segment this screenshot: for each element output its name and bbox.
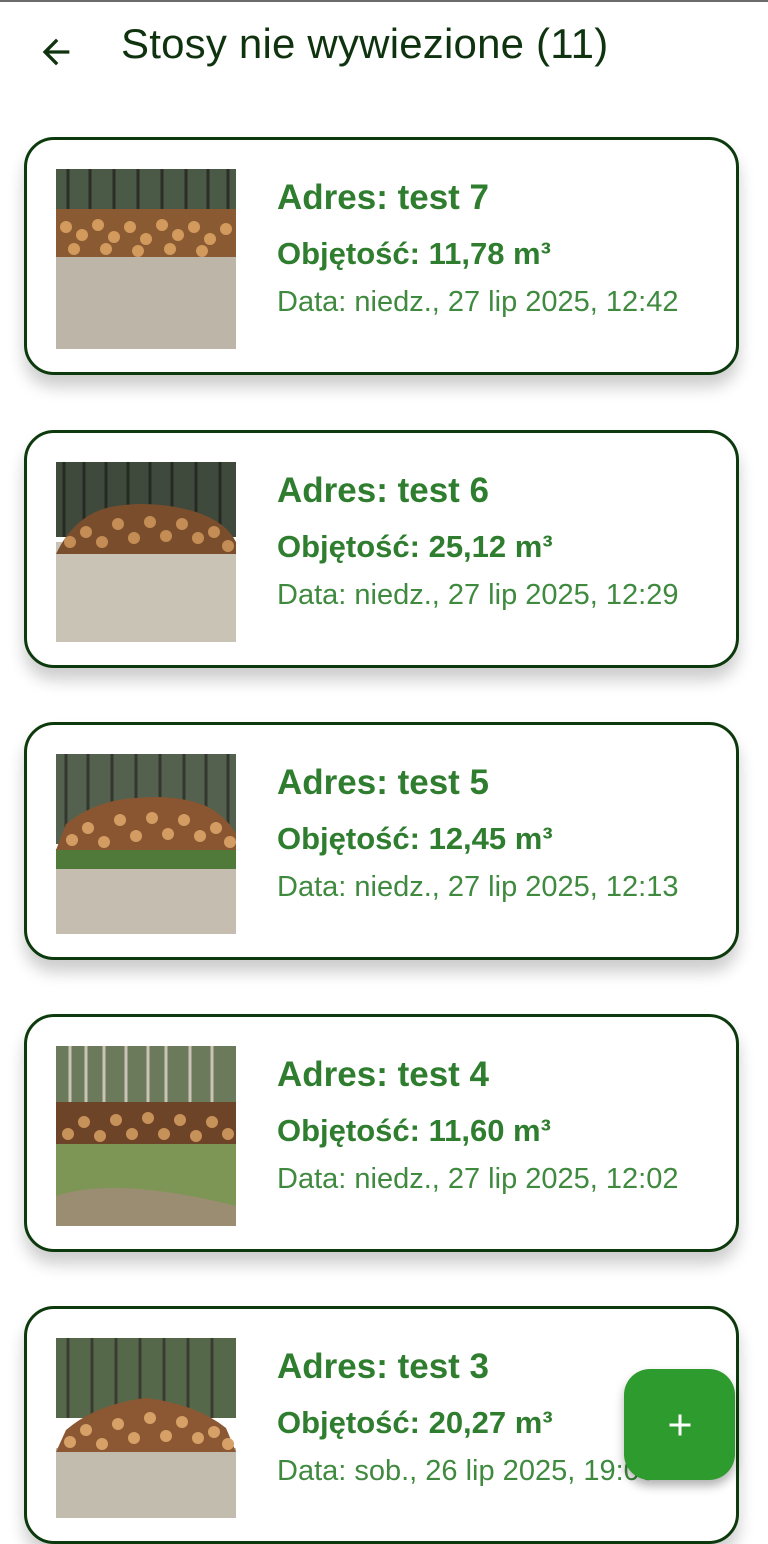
pile-address: Adres: test 5 <box>277 763 490 802</box>
pile-volume: Objętość: 25,12 m³ <box>277 529 553 564</box>
add-pile-button[interactable] <box>624 1369 735 1480</box>
pile-volume: Objętość: 11,60 m³ <box>277 1113 551 1148</box>
pile-address: Adres: test 7 <box>277 178 490 217</box>
pile-date: Data: niedz., 27 lip 2025, 12:42 <box>277 286 679 318</box>
arrow-back-icon <box>42 38 70 66</box>
pile-photo <box>56 462 236 642</box>
pile-address: Adres: test 3 <box>277 1347 490 1386</box>
pile-volume: Objętość: 11,78 m³ <box>277 236 551 271</box>
pile-photo <box>56 1338 236 1518</box>
pile-photo <box>56 1046 236 1226</box>
pile-address: Adres: test 6 <box>277 471 490 510</box>
pile-volume: Objętość: 12,45 m³ <box>277 821 553 856</box>
pile-volume: Objętość: 20,27 m³ <box>277 1405 553 1440</box>
back-button[interactable] <box>30 26 82 78</box>
pile-date: Data: sob., 26 lip 2025, 19:06 <box>277 1455 656 1487</box>
pile-address: Adres: test 4 <box>277 1055 490 1094</box>
pile-photo <box>56 169 236 349</box>
pile-date: Data: niedz., 27 lip 2025, 12:13 <box>277 871 679 903</box>
pile-date: Data: niedz., 27 lip 2025, 12:29 <box>277 579 679 611</box>
pile-date: Data: niedz., 27 lip 2025, 12:02 <box>277 1163 679 1195</box>
plus-icon <box>669 1414 690 1435</box>
status-bar-line <box>0 0 768 2</box>
pile-photo <box>56 754 236 934</box>
pile-card[interactable]: Adres: test 7 Objętość: 11,78 m³ Data: n… <box>24 137 739 375</box>
pile-card[interactable]: Adres: test 5 Objętość: 12,45 m³ Data: n… <box>24 722 739 960</box>
pile-card[interactable]: Adres: test 4 Objętość: 11,60 m³ Data: n… <box>24 1014 739 1252</box>
page-title: Stosy nie wywiezione (11) <box>121 20 609 67</box>
pile-card[interactable]: Adres: test 6 Objętość: 25,12 m³ Data: n… <box>24 430 739 668</box>
